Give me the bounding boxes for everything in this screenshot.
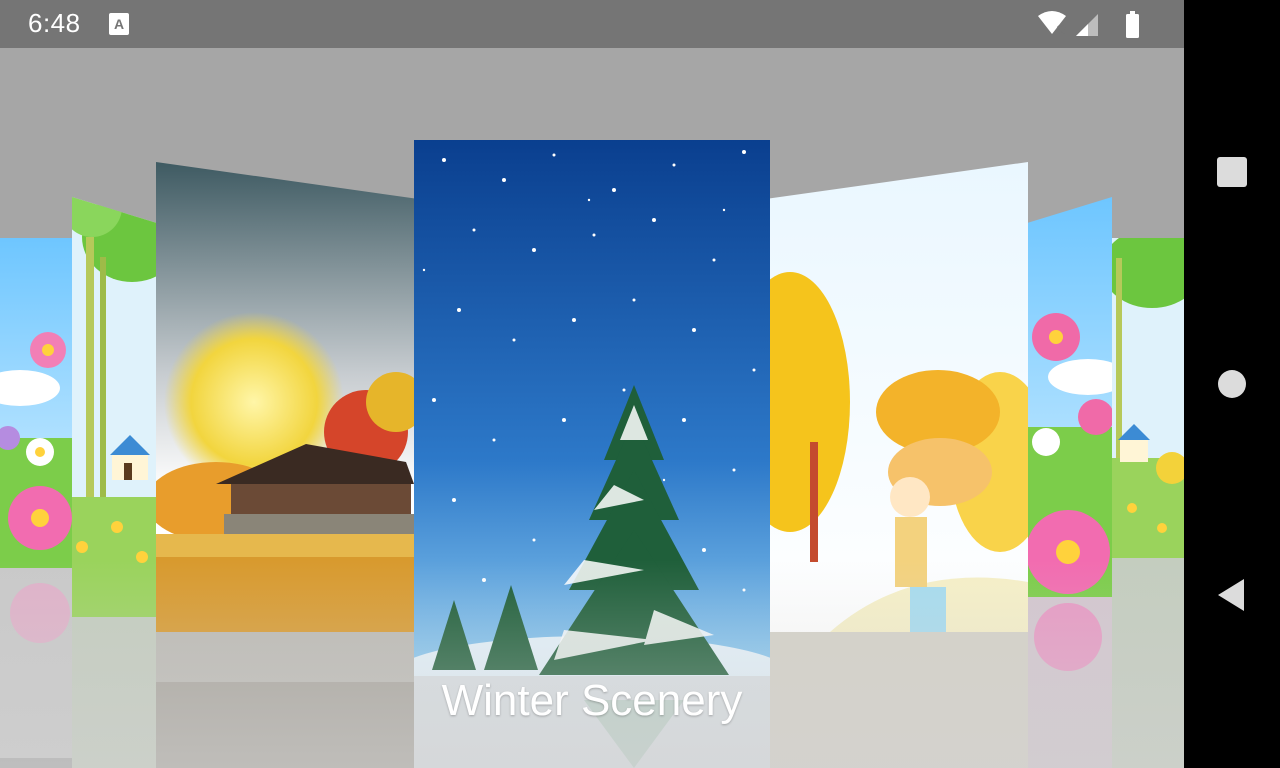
back-triangle-icon: [1218, 579, 1244, 611]
gallery-card-meadow-house-right[interactable]: [1112, 238, 1184, 768]
autumn-moon-pagoda-image: [156, 162, 414, 768]
selected-card-caption: Winter Scenery: [441, 676, 743, 725]
battery-full-icon: [1126, 11, 1139, 38]
app-screen: 6:48 A Winter Scenery: [0, 0, 1184, 768]
gallery-card-meadow-house-left[interactable]: [72, 197, 156, 768]
meadow-house-image: [72, 197, 156, 768]
flowers-image: [0, 238, 72, 758]
font-app-icon: A: [109, 13, 129, 35]
home-button[interactable]: [1214, 366, 1250, 402]
back-button[interactable]: [1214, 577, 1250, 613]
square-icon: [1217, 157, 1247, 187]
circle-icon: [1218, 370, 1246, 398]
system-icons: [1038, 11, 1139, 38]
status-time: 6:48: [28, 8, 81, 38]
recents-button[interactable]: [1214, 154, 1250, 190]
signal-icon: [1076, 14, 1098, 36]
status-bar: 6:48 A: [0, 0, 1184, 48]
gallery-card-autumn-moon-pagoda[interactable]: [156, 162, 414, 768]
gallery-card-flowers-right[interactable]: [1028, 197, 1112, 768]
navigation-bar: [1184, 0, 1280, 768]
gallery-card-flowers-far-left[interactable]: [0, 238, 72, 758]
wifi-no-internet-icon: [1038, 11, 1067, 35]
gallery-card-winter-scenery[interactable]: [414, 140, 770, 768]
winter-scenery-image: [414, 140, 770, 768]
gallery-card-autumn-girl[interactable]: [770, 162, 1028, 768]
flowers-right-image: [1028, 197, 1112, 768]
autumn-girl-image: [770, 162, 1028, 768]
meadow-house-right-image: [1112, 238, 1184, 768]
